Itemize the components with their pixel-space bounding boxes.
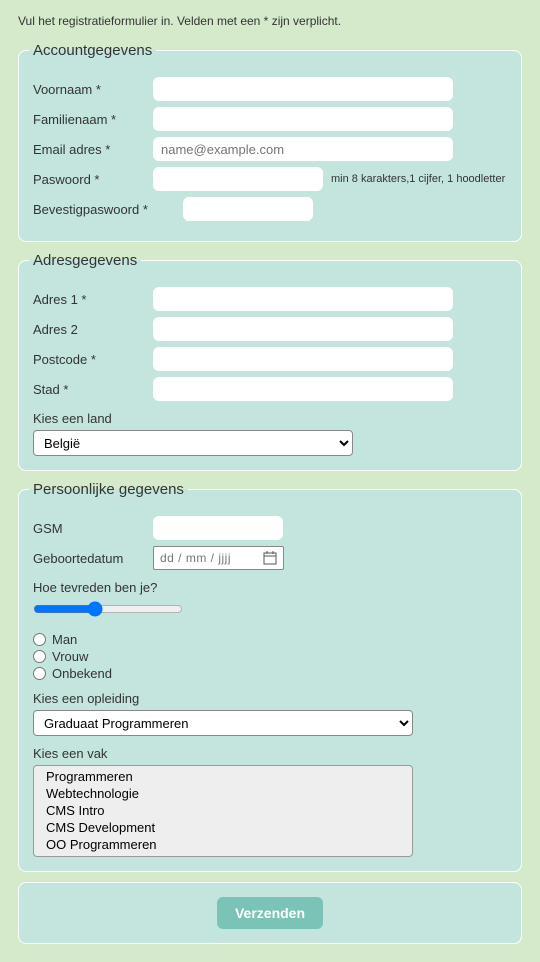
adres2-input[interactable] [153, 317, 453, 341]
tevreden-label: Hoe tevreden ben je? [33, 580, 507, 595]
geslacht-group: Man Vrouw Onbekend [33, 632, 507, 681]
opleiding-label: Kies een opleiding [33, 691, 507, 706]
gsm-label: GSM [33, 521, 153, 536]
paswoord-input[interactable] [153, 167, 323, 191]
postcode-label: Postcode * [33, 352, 153, 367]
geslacht-onbekend-label: Onbekend [52, 666, 112, 681]
vak-option[interactable]: CMS Development [40, 819, 406, 836]
geslacht-man-radio[interactable] [33, 633, 46, 646]
vak-select[interactable]: Programmeren Webtechnologie CMS Intro CM… [33, 765, 413, 857]
vak-label: Kies een vak [33, 746, 507, 761]
stad-input[interactable] [153, 377, 453, 401]
geslacht-man-label: Man [52, 632, 77, 647]
submit-button[interactable]: Verzenden [217, 897, 323, 929]
geslacht-vrouw-radio[interactable] [33, 650, 46, 663]
bevestig-label: Bevestigpaswoord * [33, 202, 183, 217]
adres1-label: Adres 1 * [33, 292, 153, 307]
email-input[interactable] [153, 137, 453, 161]
familienaam-input[interactable] [153, 107, 453, 131]
legend-adres: Adresgegevens [29, 252, 141, 269]
geslacht-onbekend-radio[interactable] [33, 667, 46, 680]
adres2-label: Adres 2 [33, 322, 153, 337]
voornaam-input[interactable] [153, 77, 453, 101]
geboortedatum-label: Geboortedatum [33, 551, 153, 566]
legend-account: Accountgegevens [29, 42, 156, 59]
gsm-input[interactable] [153, 516, 283, 540]
vak-option[interactable]: Webtechnologie [40, 785, 406, 802]
paswoord-hint: min 8 karakters,1 cijfer, 1 hoodletter [331, 173, 505, 185]
vak-option[interactable]: CMS Intro [40, 802, 406, 819]
fieldset-persoonlijk: Persoonlijke gegevens GSM Geboortedatum … [18, 481, 522, 872]
land-label: Kies een land [33, 411, 507, 426]
geboortedatum-placeholder: dd / mm / jjjj [160, 551, 231, 565]
land-select[interactable]: België [33, 430, 353, 456]
stad-label: Stad * [33, 382, 153, 397]
legend-persoonlijk: Persoonlijke gegevens [29, 481, 188, 498]
submit-section: Verzenden [18, 882, 522, 944]
bevestig-input[interactable] [183, 197, 313, 221]
form-intro: Vul het registratieformulier in. Velden … [8, 8, 532, 36]
email-label: Email adres * [33, 142, 153, 157]
opleiding-select[interactable]: Graduaat Programmeren [33, 710, 413, 736]
familienaam-label: Familienaam * [33, 112, 153, 127]
geboortedatum-input[interactable]: dd / mm / jjjj [153, 546, 284, 570]
fieldset-account: Accountgegevens Voornaam * Familienaam *… [18, 42, 522, 242]
geslacht-vrouw-label: Vrouw [52, 649, 88, 664]
vak-option[interactable]: Programmeren [40, 768, 406, 785]
postcode-input[interactable] [153, 347, 453, 371]
paswoord-label: Paswoord * [33, 172, 153, 187]
voornaam-label: Voornaam * [33, 82, 153, 97]
vak-option[interactable]: OO Programmeren [40, 836, 406, 853]
adres1-input[interactable] [153, 287, 453, 311]
tevreden-slider[interactable] [33, 601, 183, 617]
fieldset-adres: Adresgegevens Adres 1 * Adres 2 Postcode… [18, 252, 522, 471]
calendar-icon[interactable] [263, 551, 277, 565]
